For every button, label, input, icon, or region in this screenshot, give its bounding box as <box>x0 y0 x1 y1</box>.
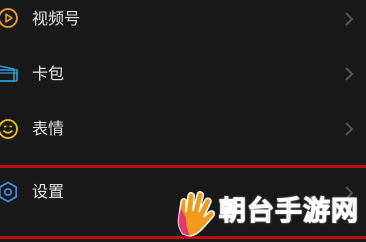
settings-gear-icon <box>0 180 20 204</box>
watermark-text: 朝台手游网 <box>219 196 359 228</box>
chevron-right-icon <box>343 121 355 137</box>
hand-logo-icon <box>170 188 220 238</box>
menu-item-channels-label: 视频号 <box>32 9 81 28</box>
chevron-right-icon <box>343 66 355 82</box>
menu-item-settings-label: 设置 <box>32 182 65 201</box>
menu-item-cards-label: 卡包 <box>32 64 65 83</box>
card-wallet-icon <box>0 61 20 85</box>
sticker-smile-icon <box>0 117 20 141</box>
menu-item-stickers[interactable]: 表情 <box>0 102 366 158</box>
site-watermark: 朝台手游网 <box>170 186 366 240</box>
channels-icon <box>0 6 20 30</box>
chevron-right-icon <box>343 11 355 27</box>
menu-item-cards[interactable]: 卡包 <box>0 46 366 102</box>
menu-item-stickers-label: 表情 <box>32 119 65 138</box>
